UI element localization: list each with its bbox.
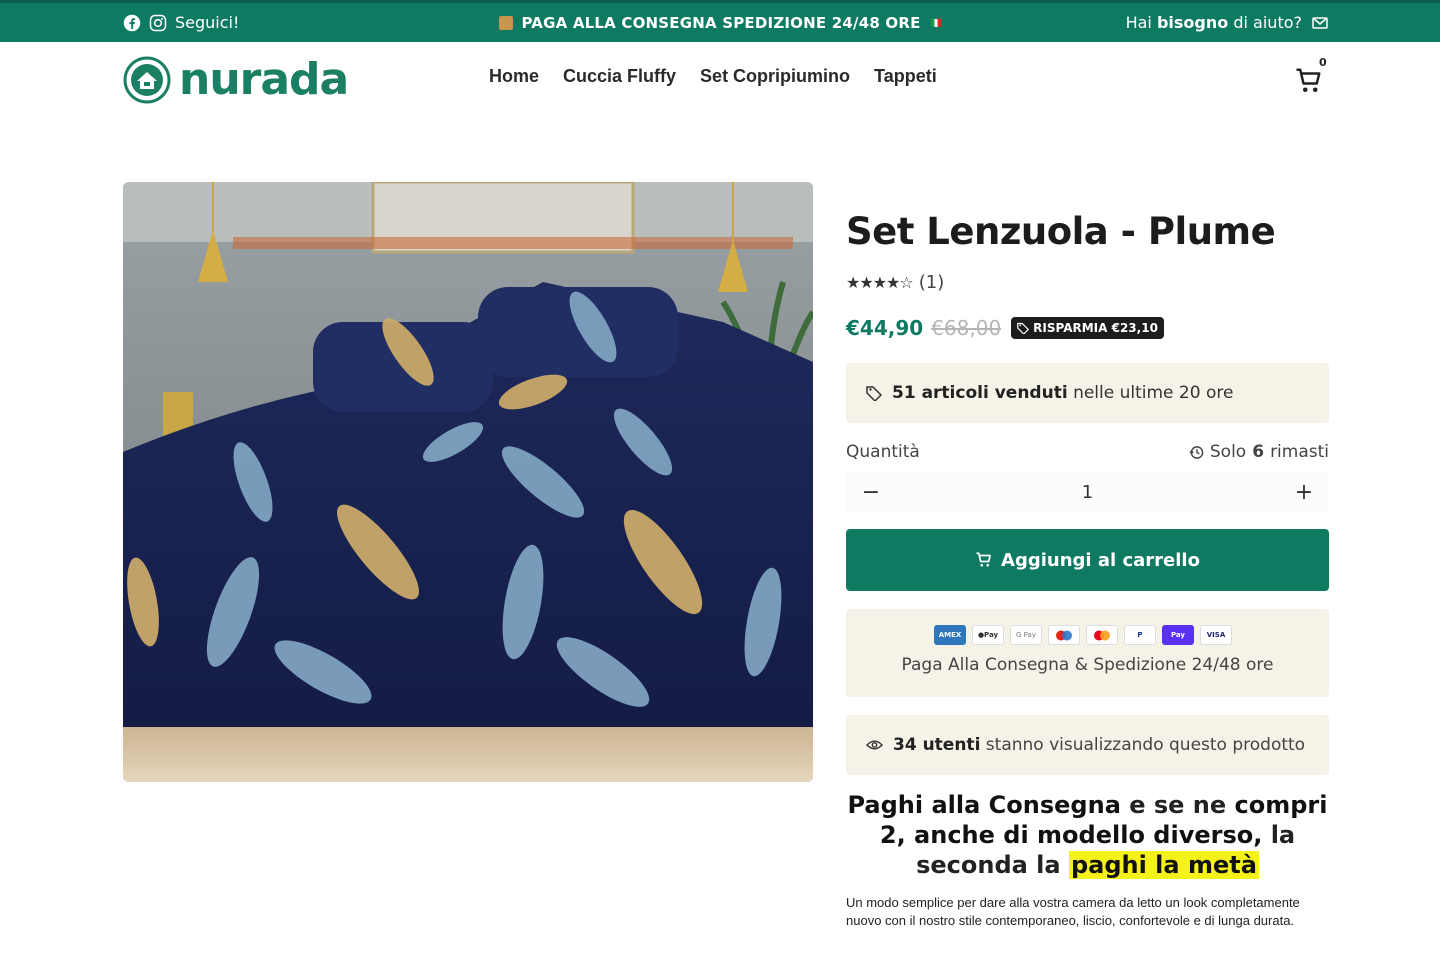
product-image[interactable] — [123, 182, 813, 782]
savings-label: RISPARMIA €23,10 — [1033, 321, 1158, 335]
italy-flag-icon — [930, 18, 941, 27]
mastercard-icon — [1086, 625, 1118, 645]
shipping-message: PAGA ALLA CONSEGNA SPEDIZIONE 24/48 ORE — [521, 13, 921, 32]
package-icon — [499, 15, 514, 30]
sold-text: 51 articoli venduti nelle ultime 20 ore — [892, 383, 1233, 403]
promo-a: Paghi alla Consegna — [847, 791, 1121, 819]
product-rating[interactable]: ★★★★☆ (1) — [846, 272, 944, 293]
amex-icon: AMEX — [934, 625, 966, 645]
viewers-rest: stanno visualizzando questo prodotto — [985, 735, 1306, 755]
site-header: nurada Home Cuccia Fluffy Set Copripiumi… — [0, 42, 1440, 122]
nav-home[interactable]: Home — [488, 66, 540, 87]
help-link[interactable]: Hai bisogno di aiuto? — [1126, 3, 1328, 42]
quantity-row: Quantità Solo 6 rimasti — [846, 442, 1329, 462]
sold-rest: nelle ultime 20 ore — [1073, 383, 1234, 403]
nav-tappeti[interactable]: Tappeti — [873, 66, 938, 87]
tag-icon — [1017, 322, 1030, 334]
promo-headline: Paghi alla Consegna e se ne compri 2, an… — [846, 790, 1329, 880]
site-logo[interactable]: nurada — [123, 54, 349, 105]
promo-highlight: paghi la metà — [1068, 851, 1259, 879]
visa-icon: VISA — [1200, 625, 1232, 645]
help-suffix: di aiuto? — [1233, 13, 1302, 32]
compare-price: €68,00 — [931, 316, 1002, 340]
house-logo-icon — [123, 56, 171, 104]
stock-indicator: Solo 6 rimasti — [1189, 442, 1329, 462]
help-prefix: Hai — [1125, 13, 1152, 32]
sold-bold: 51 articoli venduti — [892, 383, 1068, 403]
nav-cuccia-fluffy[interactable]: Cuccia Fluffy — [562, 66, 677, 87]
sale-price: €44,90 — [846, 316, 924, 340]
help-bold: bisogno — [1156, 13, 1229, 32]
rating-stars-icon: ★★★★☆ — [846, 273, 914, 292]
add-to-cart-label: Aggiungi al carrello — [1001, 549, 1200, 571]
payment-text: Paga Alla Consegna & Spedizione 24/48 or… — [901, 655, 1274, 675]
nav-set-copripiumino[interactable]: Set Copripiumino — [699, 66, 851, 87]
tag-icon — [866, 386, 882, 401]
sold-count-panel: 51 articoli venduti nelle ultime 20 ore — [846, 363, 1329, 423]
decrease-quantity-button[interactable]: − — [860, 480, 882, 505]
cart-count: 0 — [1319, 56, 1327, 69]
stock-count: 6 — [1252, 442, 1265, 462]
product-title: Set Lenzuola - Plume — [846, 210, 1276, 253]
payment-panel: AMEX ●Pay G Pay P Pay VISA Paga Alla Con… — [846, 609, 1329, 697]
quantity-value[interactable]: 1 — [1082, 482, 1093, 503]
add-to-cart-button[interactable]: Aggiungi al carrello — [846, 529, 1329, 591]
help-text: Hai bisogno di aiuto? — [1126, 13, 1302, 32]
promo-b: e se ne — [1129, 791, 1227, 819]
shop-pay-icon: Pay — [1162, 625, 1194, 645]
stock-suffix: rimasti — [1270, 442, 1329, 462]
apple-pay-icon: ●Pay — [972, 625, 1004, 645]
history-icon — [1189, 445, 1204, 459]
paypal-icon: P — [1124, 625, 1156, 645]
quantity-label: Quantità — [846, 442, 920, 462]
stock-prefix: Solo — [1209, 442, 1247, 462]
logo-text: nurada — [179, 54, 349, 105]
cart-icon — [976, 552, 992, 567]
payment-icons: AMEX ●Pay G Pay P Pay VISA — [934, 625, 1232, 645]
bedding-illustration — [123, 182, 813, 782]
savings-badge: RISPARMIA €23,10 — [1011, 317, 1164, 339]
mail-icon — [1312, 16, 1328, 29]
increase-quantity-button[interactable]: + — [1293, 480, 1315, 505]
main-nav: Home Cuccia Fluffy Set Copripiumino Tapp… — [488, 66, 938, 87]
cart-icon[interactable] — [1294, 66, 1324, 96]
google-pay-icon: G Pay — [1010, 625, 1042, 645]
review-count: (1) — [918, 272, 945, 293]
quantity-stepper: − 1 + — [846, 472, 1329, 512]
maestro-icon — [1048, 625, 1080, 645]
announcement-bar: Seguici! PAGA ALLA CONSEGNA SPEDIZIONE 2… — [0, 0, 1440, 42]
viewers-panel: 34 utenti stanno visualizzando questo pr… — [846, 715, 1329, 775]
viewers-text: 34 utenti stanno visualizzando questo pr… — [893, 735, 1305, 755]
price-block: €44,90 €68,00 RISPARMIA €23,10 — [846, 316, 1164, 340]
viewers-bold: 34 utenti — [893, 735, 981, 755]
eye-icon — [866, 740, 883, 750]
product-description: Un modo semplice per dare alla vostra ca… — [846, 895, 1300, 928]
